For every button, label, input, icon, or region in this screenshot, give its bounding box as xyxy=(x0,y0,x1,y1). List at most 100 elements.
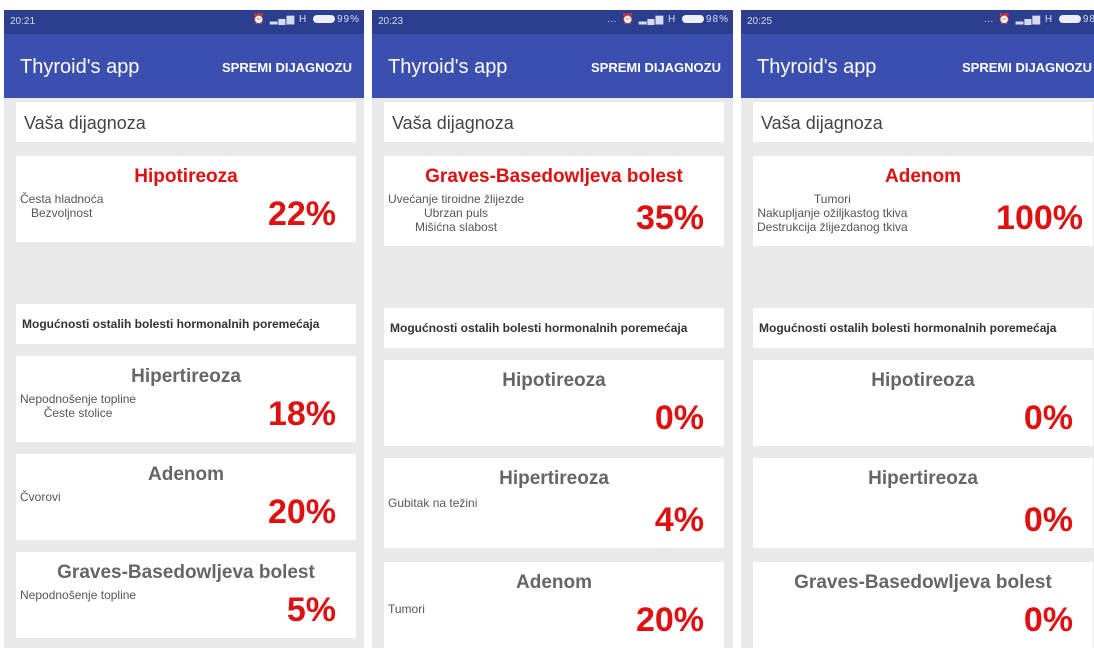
symptom: Česta hladnoća xyxy=(20,192,104,206)
disease-card[interactable]: Hipertireoza Gubitak na težini 4% xyxy=(384,458,724,548)
save-diagnosis-button[interactable]: SPREMI DIJAGNOZU xyxy=(591,60,721,75)
main-diagnosis-percent: 35% xyxy=(635,199,704,237)
symptom: Ubrzan puls xyxy=(424,206,489,220)
disease-name: Hipertireoza xyxy=(131,366,241,387)
diagnosis-heading-card: Vaša dijagnoza xyxy=(384,102,724,142)
diagnosis-heading-card: Vaša dijagnoza xyxy=(753,102,1093,142)
app-bar: Thyroid's app SPREMI DIJAGNOZU xyxy=(372,34,733,98)
symptom: Tumori xyxy=(388,602,425,616)
alarm-icon: ⏰ xyxy=(621,14,635,25)
alarm-icon: ⏰ xyxy=(252,14,266,25)
disease-card[interactable]: Graves-Basedowljeva bolest 0% xyxy=(753,562,1093,648)
disease-percent: 20% xyxy=(635,601,704,639)
save-diagnosis-button[interactable]: SPREMI DIJAGNOZU xyxy=(962,60,1092,75)
main-diagnosis-name: Graves-Basedowljeva bolest xyxy=(425,166,683,187)
disease-percent: 0% xyxy=(1023,399,1073,437)
disease-card[interactable]: Adenom Čvorovi 20% xyxy=(16,454,356,540)
app-bar: Thyroid's app SPREMI DIJAGNOZU xyxy=(4,34,364,98)
phone-screen-1: 20:21 ⏰ ▂▄▆ H 99% Thyroid's app SPREMI D… xyxy=(4,10,364,648)
status-bar: 20:23 … ⏰ ▂▄▆ H 98% xyxy=(372,10,733,34)
main-diagnosis-percent: 22% xyxy=(267,195,336,233)
other-diseases-label-card: Mogućnosti ostalih bolesti hormonalnih p… xyxy=(16,304,356,344)
symptom: Uvećanje tiroidne žlijezde xyxy=(388,192,525,206)
symptom: Bezvoljnost xyxy=(31,206,93,220)
main-diagnosis-card[interactable]: Hipotireoza Česta hladnoća Bezvoljnost 2… xyxy=(16,156,356,242)
disease-card[interactable]: Hipertireoza Nepodnošenje topline Česte … xyxy=(16,356,356,442)
other-diseases-label: Mogućnosti ostalih bolesti hormonalnih p… xyxy=(22,317,320,331)
disease-percent: 20% xyxy=(267,493,336,531)
symptom: Mišićna slabost xyxy=(415,220,498,234)
more-icon: … xyxy=(606,14,618,25)
disease-card[interactable]: Adenom Tumori 20% xyxy=(384,562,724,648)
battery-icon xyxy=(312,15,335,24)
disease-name: Adenom xyxy=(148,464,224,485)
disease-percent: 5% xyxy=(286,591,336,629)
disease-card[interactable]: Hipotireoza 0% xyxy=(384,360,724,446)
disease-name: Graves-Basedowljeva bolest xyxy=(794,572,1052,593)
disease-name: Adenom xyxy=(516,572,592,593)
other-diseases-label: Mogućnosti ostalih bolesti hormonalnih p… xyxy=(390,321,688,335)
status-time: 20:21 xyxy=(10,16,36,27)
symptom-list: Tumori Nakupljanje ožiljkastog tkiva Des… xyxy=(757,192,908,234)
symptom: Čvorovi xyxy=(20,490,61,504)
phone-screen-2: 20:23 … ⏰ ▂▄▆ H 98% Thyroid's app SPREMI… xyxy=(372,10,733,648)
symptom-list: Čvorovi xyxy=(20,490,61,504)
disease-percent: 0% xyxy=(1023,501,1073,539)
main-diagnosis-name: Adenom xyxy=(885,166,961,187)
alarm-icon: ⏰ xyxy=(998,14,1012,25)
app-title: Thyroid's app xyxy=(20,56,140,78)
disease-percent: 18% xyxy=(267,395,336,433)
disease-percent: 0% xyxy=(654,399,704,437)
signal-icon: ▂▄▆ H xyxy=(638,14,677,25)
disease-name: Hipotireoza xyxy=(502,370,606,391)
symptom: Gubitak na težini xyxy=(388,496,478,510)
disease-card[interactable]: Graves-Basedowljeva bolest Nepodnošenje … xyxy=(16,552,356,638)
app-title: Thyroid's app xyxy=(388,56,508,78)
status-time: 20:25 xyxy=(747,16,773,27)
battery-icon xyxy=(1058,15,1081,24)
more-icon: … xyxy=(983,14,995,25)
symptom-list: Gubitak na težini xyxy=(388,496,477,510)
signal-icon: ▂▄▆ H xyxy=(1015,14,1054,25)
status-time: 20:23 xyxy=(378,16,404,27)
battery-level: 99% xyxy=(336,14,360,25)
status-icons: … ⏰ ▂▄▆ H 98 xyxy=(984,14,1094,25)
main-diagnosis-name: Hipotireoza xyxy=(134,166,238,187)
phone-screen-3: 20:25 … ⏰ ▂▄▆ H 98 Thyroid's app SPREMI … xyxy=(741,10,1094,648)
signal-icon: ▂▄▆ H xyxy=(269,14,308,25)
main-diagnosis-percent: 100% xyxy=(996,199,1083,237)
symptom: Destrukcija žlijezdanog tkiva xyxy=(757,220,908,234)
other-diseases-label: Mogućnosti ostalih bolesti hormonalnih p… xyxy=(759,321,1057,335)
symptom: Nepodnošenje topline xyxy=(20,588,137,602)
symptom: Nakupljanje ožiljkastog tkiva xyxy=(757,206,908,220)
disease-percent: 4% xyxy=(654,501,704,539)
symptom-list: Tumori xyxy=(388,602,425,616)
diagnosis-heading: Vaša dijagnoza xyxy=(24,113,146,133)
symptom: Nepodnošenje topline xyxy=(20,392,137,406)
main-diagnosis-card[interactable]: Graves-Basedowljeva bolest Uvećanje tiro… xyxy=(384,156,724,246)
diagnosis-heading-card: Vaša dijagnoza xyxy=(16,102,356,142)
symptom: Česte stolice xyxy=(43,406,113,420)
symptom-list: Nepodnošenje topline xyxy=(20,588,136,602)
status-icons: … ⏰ ▂▄▆ H 98% xyxy=(607,14,729,25)
symptom: Tumori xyxy=(813,192,851,206)
other-diseases-label-card: Mogućnosti ostalih bolesti hormonalnih p… xyxy=(753,308,1093,348)
disease-name: Hipotireoza xyxy=(871,370,975,391)
status-icons: ⏰ ▂▄▆ H 99% xyxy=(253,14,361,25)
disease-name: Hipertireoza xyxy=(499,468,609,489)
symptom-list: Česta hladnoća Bezvoljnost xyxy=(20,192,103,220)
battery-level: 98% xyxy=(705,14,729,25)
disease-card[interactable]: Hipotireoza 0% xyxy=(753,360,1093,446)
symptom-list: Nepodnošenje topline Česte stolice xyxy=(20,392,136,420)
status-bar: 20:25 … ⏰ ▂▄▆ H 98 xyxy=(741,10,1094,34)
disease-card[interactable]: Hipertireoza 0% xyxy=(753,458,1093,548)
disease-percent: 0% xyxy=(1023,601,1073,639)
app-title: Thyroid's app xyxy=(757,56,877,78)
save-diagnosis-button[interactable]: SPREMI DIJAGNOZU xyxy=(222,60,352,75)
diagnosis-heading: Vaša dijagnoza xyxy=(392,113,514,133)
main-diagnosis-card[interactable]: Adenom Tumori Nakupljanje ožiljkastog tk… xyxy=(753,156,1093,246)
battery-level: 98 xyxy=(1082,14,1094,25)
app-bar: Thyroid's app SPREMI DIJAGNOZU xyxy=(741,34,1094,98)
disease-name: Hipertireoza xyxy=(868,468,978,489)
disease-name: Graves-Basedowljeva bolest xyxy=(57,562,315,583)
